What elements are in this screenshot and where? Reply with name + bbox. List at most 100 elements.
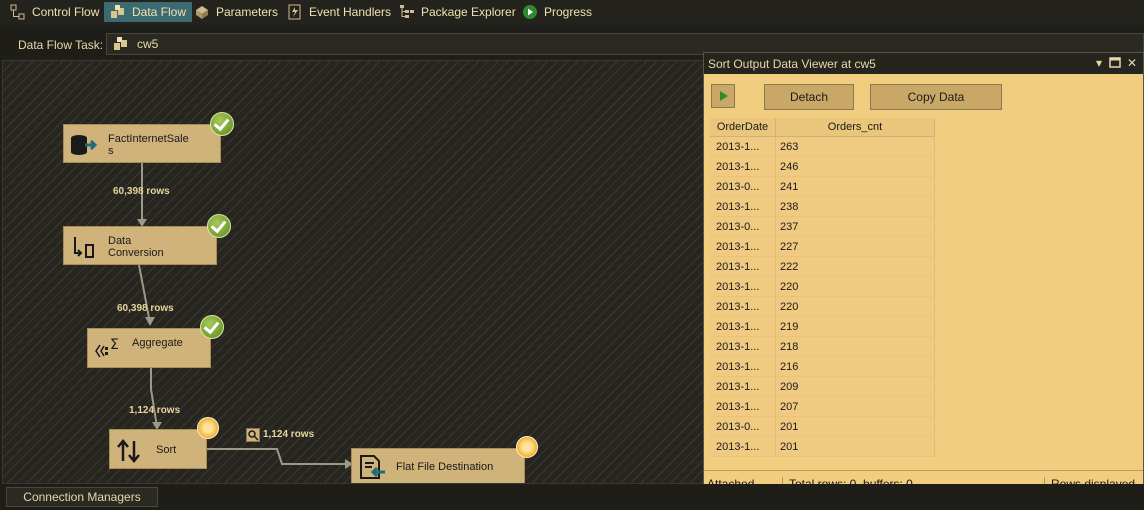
table-row[interactable]: 2013-1... 209 [710,376,935,397]
tab-event-handlers[interactable]: Event Handlers [287,2,391,22]
copy-data-button[interactable]: Copy Data [870,84,1002,110]
cell-orderdate[interactable]: 2013-0... [710,416,776,437]
tab-label: Parameters [216,5,279,19]
cell-orders-cnt[interactable]: 201 [775,436,935,457]
running-status-icon [197,417,219,439]
row-count-label: 60,398 rows [117,303,174,314]
table-row[interactable]: 2013-0... 241 [710,176,935,197]
data-flow-task-value: cw5 [137,37,159,51]
component-flat-file-destination[interactable]: Flat File Destination [351,448,525,483]
cell-orderdate[interactable]: 2013-1... [710,336,776,357]
flat-file-destination-icon [358,455,385,479]
cell-orders-cnt[interactable]: 220 [775,276,935,297]
cell-orders-cnt[interactable]: 241 [775,176,935,197]
viewer-title-bar[interactable]: Sort Output Data Viewer at cw5 ▾ ✕ [704,53,1143,74]
progress-icon [522,4,538,20]
cell-orders-cnt[interactable]: 220 [775,296,935,317]
column-header-orderdate[interactable]: OrderDate [710,118,776,137]
cell-orderdate[interactable]: 2013-1... [710,236,776,257]
table-row[interactable]: 2013-1... 227 [710,236,935,257]
table-row[interactable]: 2013-1... 246 [710,156,935,177]
cell-orders-cnt[interactable]: 222 [775,256,935,277]
tab-label: Package Explorer [421,5,516,19]
component-data-conversion[interactable]: Data Conversion [63,226,217,265]
cell-orderdate[interactable]: 2013-1... [710,356,776,377]
viewer-toolbar: Detach Copy Data [704,74,1143,116]
component-sort[interactable]: Sort [109,429,207,469]
cell-orderdate[interactable]: 2013-1... [710,396,776,417]
table-row[interactable]: 2013-1... 263 [710,136,935,157]
ole-db-source-icon [70,133,98,157]
table-row[interactable]: 2013-1... 222 [710,256,935,277]
cell-orderdate[interactable]: 2013-1... [710,256,776,277]
table-row[interactable]: 2013-1... 218 [710,336,935,357]
continue-play-button[interactable] [711,84,735,108]
cell-orderdate[interactable]: 2013-1... [710,156,776,177]
data-flow-icon [110,4,126,20]
bottom-panel-bar: Connection Managers [0,484,1144,510]
close-icon[interactable]: ✕ [1125,56,1139,70]
path-aggregate-to-sort [150,368,158,428]
cell-orders-cnt[interactable]: 216 [775,356,935,377]
table-row[interactable]: 2013-1... 220 [710,276,935,297]
path-conversion-to-aggregate [138,264,151,324]
table-row[interactable]: 2013-1... 201 [710,436,935,457]
connection-managers-tab[interactable]: Connection Managers [6,487,158,507]
data-viewer-magnifier-icon[interactable] [246,428,260,442]
cell-orderdate[interactable]: 2013-0... [710,176,776,197]
tab-control-flow[interactable]: Control Flow [10,2,99,22]
tab-package-explorer[interactable]: Package Explorer [399,2,516,22]
column-header-orders-cnt[interactable]: Orders_cnt [775,118,935,137]
cell-orderdate[interactable]: 2013-1... [710,316,776,337]
maximize-icon[interactable] [1108,56,1122,70]
viewer-title: Sort Output Data Viewer at cw5 [708,57,876,71]
component-source-factinternetsales[interactable]: FactInternetSales [63,124,221,163]
cell-orderdate[interactable]: 2013-1... [710,196,776,217]
cell-orders-cnt[interactable]: 207 [775,396,935,417]
data-flow-design-surface[interactable]: FactInternetSales Data Conversion Σ Aggr… [2,60,707,484]
component-label: Flat File Destination [396,461,494,473]
cell-orders-cnt[interactable]: 246 [775,156,935,177]
row-count-label: 1,124 rows [129,405,181,416]
tab-label: Control Flow [32,5,100,19]
table-row[interactable]: 2013-1... 216 [710,356,935,377]
aggregate-sigma-icon: Σ [94,337,120,361]
cell-orders-cnt[interactable]: 201 [775,416,935,437]
table-row[interactable]: 2013-1... 220 [710,296,935,317]
cell-orders-cnt[interactable]: 238 [775,196,935,217]
cell-orders-cnt[interactable]: 237 [775,216,935,237]
tab-label: Data Flow [132,5,187,19]
component-label: Data Conversion [108,235,164,259]
detach-button[interactable]: Detach [764,84,854,110]
table-row[interactable]: 2013-0... 201 [710,416,935,437]
table-row[interactable]: 2013-1... 219 [710,316,935,337]
cell-orderdate[interactable]: 2013-1... [710,276,776,297]
cell-orders-cnt[interactable]: 218 [775,336,935,357]
viewer-data-grid[interactable]: OrderDate Orders_cnt 2013-1... 263 2013-1.… [710,118,1140,465]
cell-orderdate[interactable]: 2013-1... [710,436,776,457]
row-count-label: 1,124 rows [263,429,315,440]
cell-orderdate[interactable]: 2013-0... [710,216,776,237]
component-aggregate[interactable]: Σ Aggregate [87,328,211,368]
tab-progress[interactable]: Progress [522,2,592,22]
cell-orderdate[interactable]: 2013-1... [710,376,776,397]
table-row[interactable]: 2013-0... 237 [710,216,935,237]
tab-parameters[interactable]: Parameters [194,2,278,22]
cell-orders-cnt[interactable]: 219 [775,316,935,337]
cell-orders-cnt[interactable]: 227 [775,236,935,257]
package-explorer-icon [399,4,415,20]
designer-tab-bar: Control Flow Data Flow Parameters Event … [0,0,1144,25]
cell-orderdate[interactable]: 2013-1... [710,296,776,317]
window-menu-dropdown-icon[interactable]: ▾ [1092,56,1106,70]
cell-orders-cnt[interactable]: 263 [775,136,935,157]
table-row[interactable]: 2013-1... 238 [710,196,935,217]
data-flow-task-icon [113,37,129,51]
control-flow-icon [10,4,26,20]
cell-orderdate[interactable]: 2013-1... [710,136,776,157]
cell-orders-cnt[interactable]: 209 [775,376,935,397]
table-row[interactable]: 2013-1... 207 [710,396,935,417]
success-check-icon [207,214,231,238]
tab-data-flow[interactable]: Data Flow [104,2,193,22]
success-check-icon [200,315,224,339]
data-flow-task-label: Data Flow Task: [18,38,104,52]
